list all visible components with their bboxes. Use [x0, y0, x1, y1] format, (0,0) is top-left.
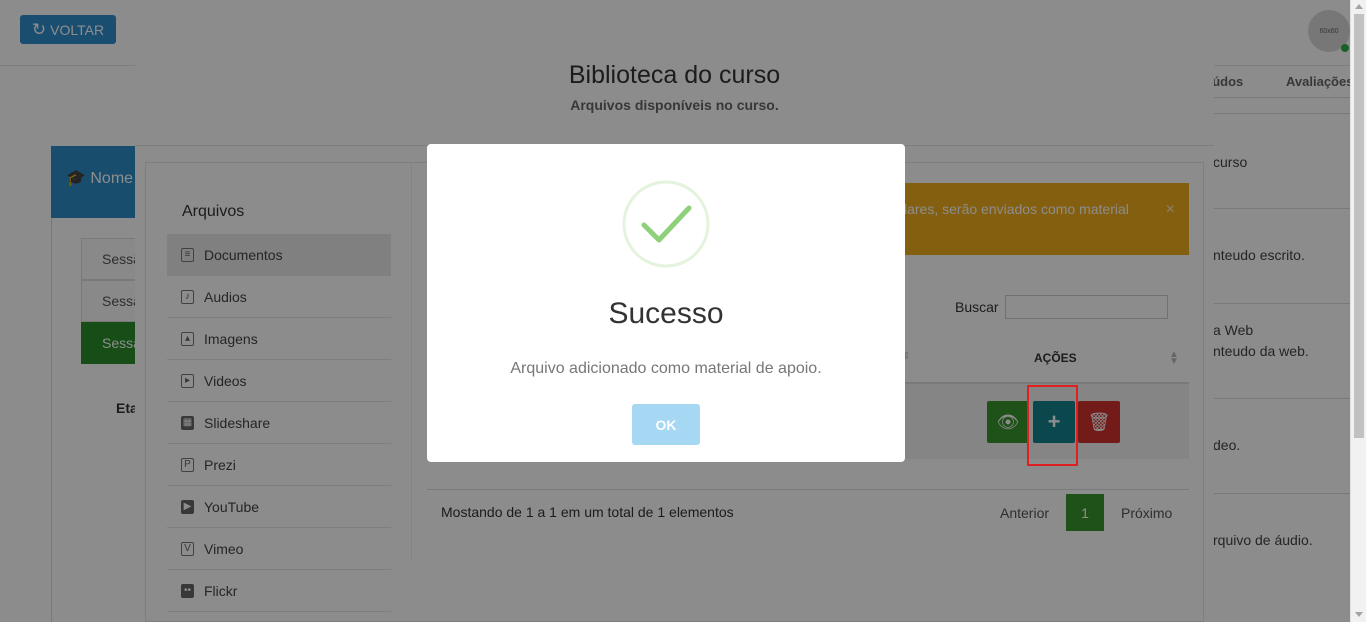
- dialog-message: Arquivo adicionado como material de apoi…: [510, 360, 822, 377]
- scrollbar-thumb[interactable]: [1354, 14, 1364, 438]
- ok-label: OK: [655, 416, 677, 433]
- success-dialog: Sucesso Arquivo adicionado como material…: [427, 144, 905, 462]
- ok-button[interactable]: OK: [632, 404, 700, 445]
- scroll-down-arrow-icon[interactable]: [1355, 612, 1363, 617]
- scroll-up-arrow-icon[interactable]: [1355, 4, 1363, 9]
- success-check-icon: [622, 180, 710, 268]
- dialog-title: Sucesso: [608, 297, 724, 330]
- vertical-scrollbar[interactable]: [1350, 0, 1366, 622]
- highlight-annotation: [1027, 385, 1078, 466]
